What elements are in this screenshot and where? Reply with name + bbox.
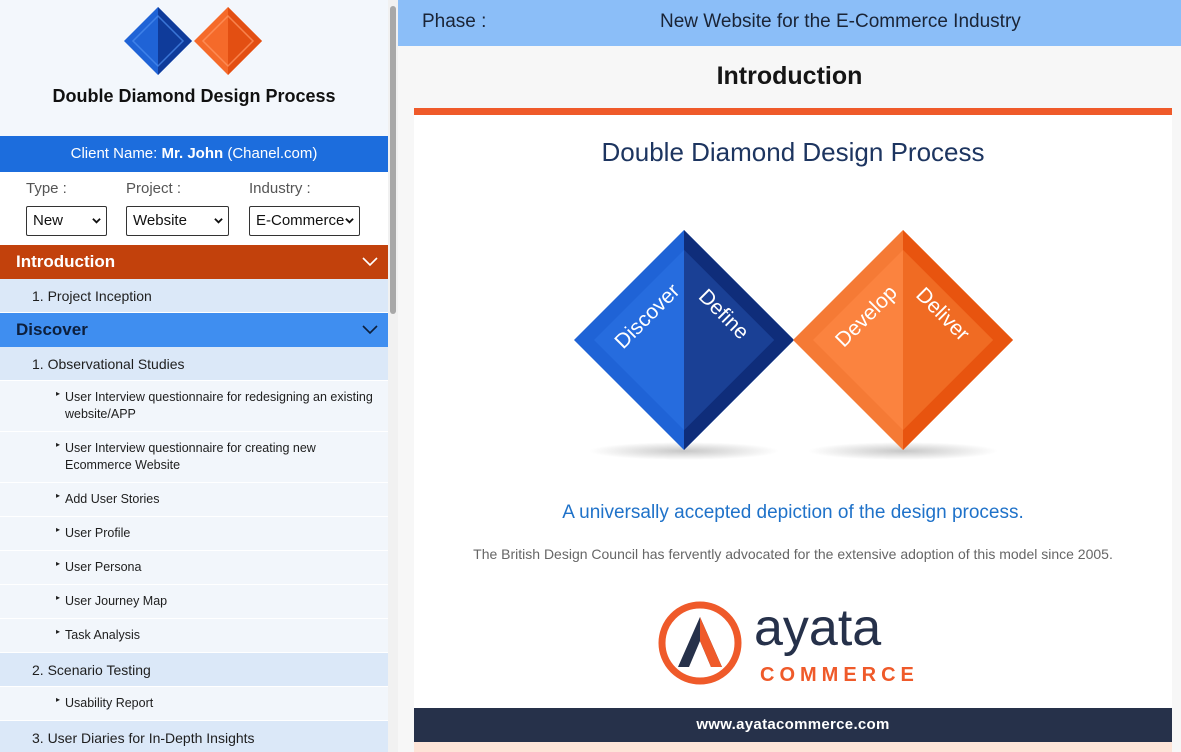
type-select[interactable]: New — [26, 206, 107, 236]
client-name: Mr. John — [161, 145, 224, 162]
title-divider — [414, 108, 1172, 115]
subitem-label: Add User Stories — [65, 492, 160, 506]
sidebar: Double Diamond Design Process Client Nam… — [0, 0, 388, 752]
section-introduction-title: Introduction — [16, 252, 116, 271]
subitem-user-stories[interactable]: ▸ Add User Stories — [0, 483, 388, 517]
sidebar-brand-title: Double Diamond Design Process — [52, 86, 336, 106]
subitem-label: User Interview questionnaire for creatin… — [65, 441, 316, 472]
main-content: Phase : New Website for the E-Commerce I… — [398, 0, 1181, 752]
project-select[interactable]: Website — [126, 206, 229, 236]
chevron-down-icon — [214, 218, 223, 224]
double-diamond-logo-icon — [124, 7, 262, 75]
chevron-down-icon — [92, 218, 101, 224]
nav-item-observational-studies[interactable]: 1. Observational Studies — [0, 347, 388, 381]
bullet-arrow-icon: ▸ — [56, 559, 61, 568]
subitem-user-profile[interactable]: ▸ User Profile — [0, 517, 388, 551]
filter-industry-label: Industry : — [249, 180, 311, 197]
phase-value: New Website for the E-Commerce Industry — [660, 11, 1021, 32]
phase-label: Phase : — [422, 11, 487, 32]
sidebar-scrollbar[interactable] — [388, 0, 398, 752]
filter-industry: Industry : E-Commerce — [249, 180, 360, 236]
chevron-down-icon[interactable] — [362, 323, 378, 335]
subitem-label: Task Analysis — [65, 628, 141, 642]
ayata-commerce-logo: ayata COMMERCE — [658, 599, 919, 686]
phase-bar: Phase : New Website for the E-Commerce I… — [398, 0, 1181, 46]
subitem-label: User Interview questionnaire for redesig… — [65, 390, 373, 421]
section-discover[interactable]: Discover — [0, 313, 388, 347]
logo-word: ayata — [754, 599, 881, 657]
client-name-bar: Client Name: Mr. John (Chanel.com) — [0, 136, 388, 172]
subitem-journey-map[interactable]: ▸ User Journey Map — [0, 585, 388, 619]
subitem-usability-report[interactable]: ▸ Usability Report — [0, 687, 388, 721]
intro-slide: Double Diamond Design Process Discover D… — [414, 115, 1172, 752]
bullet-arrow-icon: ▸ — [56, 440, 61, 449]
logo-subword: COMMERCE — [760, 664, 919, 686]
filters: Type : New Project : Website Industry : … — [0, 172, 388, 245]
industry-select-value: E-Commerce — [256, 212, 345, 229]
subitem-task-analysis[interactable]: ▸ Task Analysis — [0, 619, 388, 653]
filter-project: Project : Website — [126, 180, 229, 236]
sidebar-brand: Double Diamond Design Process — [0, 0, 388, 136]
subitem-label: User Profile — [65, 526, 131, 540]
subitem-user-persona[interactable]: ▸ User Persona — [0, 551, 388, 585]
chevron-down-icon — [345, 218, 354, 224]
filter-type: Type : New — [26, 180, 107, 236]
subitem-label: User Journey Map — [65, 594, 168, 608]
section-discover-title: Discover — [16, 320, 88, 339]
chevron-down-icon[interactable] — [362, 255, 378, 267]
slide-footer-edge — [414, 742, 1172, 752]
bullet-arrow-icon: ▸ — [56, 593, 61, 602]
slide-tagline: A universally accepted depiction of the … — [562, 502, 1024, 523]
bullet-arrow-icon: ▸ — [56, 525, 61, 534]
bullet-arrow-icon: ▸ — [56, 695, 61, 704]
double-diamond-illustration: Discover Define Develop Deliver — [574, 230, 1013, 460]
nav-item-label: 1. Observational Studies — [32, 356, 185, 372]
nav-item-project-inception[interactable]: 1. Project Inception — [0, 279, 388, 313]
client-prefix: Client Name: — [70, 145, 162, 162]
bullet-arrow-icon: ▸ — [56, 627, 61, 636]
nav-item-scenario-testing[interactable]: 2. Scenario Testing — [0, 653, 388, 687]
subitem-label: Usability Report — [65, 696, 154, 710]
slide-advocacy-text: The British Design Council has fervently… — [473, 546, 1113, 562]
bullet-arrow-icon: ▸ — [56, 491, 61, 500]
subitem-interview-new[interactable]: ▸ User Interview questionnaire for creat… — [0, 432, 388, 483]
nav-item-label: 1. Project Inception — [32, 288, 152, 304]
client-site: (Chanel.com) — [223, 145, 318, 162]
filter-type-label: Type : — [26, 180, 67, 197]
subitem-interview-redesign[interactable]: ▸ User Interview questionnaire for redes… — [0, 381, 388, 432]
nav-item-label: 2. Scenario Testing — [32, 662, 151, 678]
page-title: Introduction — [716, 62, 863, 90]
nav-item-label: 3. User Diaries for In-Depth Insights — [32, 730, 255, 746]
project-select-value: Website — [133, 212, 187, 229]
subitem-label: User Persona — [65, 560, 142, 574]
industry-select[interactable]: E-Commerce — [249, 206, 360, 236]
filter-project-label: Project : — [126, 180, 182, 197]
section-introduction[interactable]: Introduction — [0, 245, 388, 279]
type-select-value: New — [33, 212, 64, 229]
slide-footer-url: www.ayatacommerce.com — [414, 708, 1172, 742]
bullet-arrow-icon: ▸ — [56, 389, 61, 398]
nav-item-user-diaries[interactable]: 3. User Diaries for In-Depth Insights — [0, 721, 388, 752]
scrollbar-thumb[interactable] — [390, 6, 396, 314]
